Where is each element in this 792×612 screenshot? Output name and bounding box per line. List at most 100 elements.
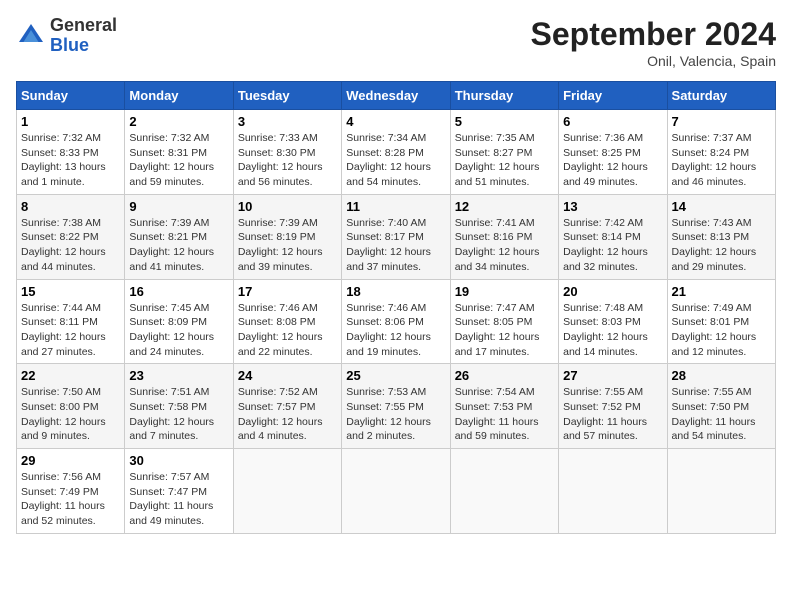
calendar-cell bbox=[342, 449, 450, 534]
page-title: September 2024 bbox=[531, 16, 776, 53]
cell-day-number: 28 bbox=[672, 368, 771, 383]
cell-info: Sunrise: 7:55 AM Sunset: 7:52 PM Dayligh… bbox=[563, 385, 662, 444]
calendar-cell: 3 Sunrise: 7:33 AM Sunset: 8:30 PM Daylig… bbox=[233, 110, 341, 195]
calendar-cell: 9 Sunrise: 7:39 AM Sunset: 8:21 PM Daylig… bbox=[125, 194, 233, 279]
cell-info: Sunrise: 7:33 AM Sunset: 8:30 PM Dayligh… bbox=[238, 131, 337, 190]
cell-day-number: 24 bbox=[238, 368, 337, 383]
cell-info: Sunrise: 7:44 AM Sunset: 8:11 PM Dayligh… bbox=[21, 301, 120, 360]
cell-day-number: 15 bbox=[21, 284, 120, 299]
cell-day-number: 6 bbox=[563, 114, 662, 129]
cell-info: Sunrise: 7:32 AM Sunset: 8:31 PM Dayligh… bbox=[129, 131, 228, 190]
calendar-cell: 19 Sunrise: 7:47 AM Sunset: 8:05 PM Dayli… bbox=[450, 279, 558, 364]
cell-info: Sunrise: 7:38 AM Sunset: 8:22 PM Dayligh… bbox=[21, 216, 120, 275]
cell-info: Sunrise: 7:32 AM Sunset: 8:33 PM Dayligh… bbox=[21, 131, 120, 190]
calendar-cell: 13 Sunrise: 7:42 AM Sunset: 8:14 PM Dayli… bbox=[559, 194, 667, 279]
calendar-cell: 17 Sunrise: 7:46 AM Sunset: 8:08 PM Dayli… bbox=[233, 279, 341, 364]
cell-info: Sunrise: 7:46 AM Sunset: 8:06 PM Dayligh… bbox=[346, 301, 445, 360]
cell-info: Sunrise: 7:43 AM Sunset: 8:13 PM Dayligh… bbox=[672, 216, 771, 275]
calendar-cell: 22 Sunrise: 7:50 AM Sunset: 8:00 PM Dayli… bbox=[17, 364, 125, 449]
calendar-cell: 20Sunrise: 7:48 AM Sunset: 8:03 PM Dayli… bbox=[559, 279, 667, 364]
cell-info: Sunrise: 7:47 AM Sunset: 8:05 PM Dayligh… bbox=[455, 301, 554, 360]
cell-day-number: 30 bbox=[129, 453, 228, 468]
header-saturday: Saturday bbox=[667, 82, 775, 110]
calendar-cell: 15 Sunrise: 7:44 AM Sunset: 8:11 PM Dayli… bbox=[17, 279, 125, 364]
cell-info: Sunrise: 7:51 AM Sunset: 7:58 PM Dayligh… bbox=[129, 385, 228, 444]
cell-info: Sunrise: 7:40 AM Sunset: 8:17 PM Dayligh… bbox=[346, 216, 445, 275]
cell-day-number: 17 bbox=[238, 284, 337, 299]
calendar-cell bbox=[450, 449, 558, 534]
calendar-cell: 30 Sunrise: 7:57 AM Sunset: 7:47 PM Dayli… bbox=[125, 449, 233, 534]
calendar-cell: 18Sunrise: 7:46 AM Sunset: 8:06 PM Dayli… bbox=[342, 279, 450, 364]
calendar-cell: 1 Sunrise: 7:32 AM Sunset: 8:33 PM Daylig… bbox=[17, 110, 125, 195]
logo-blue: Blue bbox=[50, 35, 89, 55]
cell-day-number: 26 bbox=[455, 368, 554, 383]
cell-day-number: 27 bbox=[563, 368, 662, 383]
week-row-1: 1 Sunrise: 7:32 AM Sunset: 8:33 PM Daylig… bbox=[17, 110, 776, 195]
header-friday: Friday bbox=[559, 82, 667, 110]
cell-day-number: 9 bbox=[129, 199, 228, 214]
header-row: SundayMondayTuesdayWednesdayThursdayFrid… bbox=[17, 82, 776, 110]
header-tuesday: Tuesday bbox=[233, 82, 341, 110]
cell-day-number: 5 bbox=[455, 114, 554, 129]
calendar-cell: 21 Sunrise: 7:49 AM Sunset: 8:01 PM Dayli… bbox=[667, 279, 775, 364]
cell-info: Sunrise: 7:39 AM Sunset: 8:21 PM Dayligh… bbox=[129, 216, 228, 275]
calendar-cell bbox=[559, 449, 667, 534]
cell-day-number: 7 bbox=[672, 114, 771, 129]
calendar-body: 1 Sunrise: 7:32 AM Sunset: 8:33 PM Daylig… bbox=[17, 110, 776, 534]
calendar-cell: 29Sunrise: 7:56 AM Sunset: 7:49 PM Dayli… bbox=[17, 449, 125, 534]
cell-day-number: 19 bbox=[455, 284, 554, 299]
cell-day-number: 20 bbox=[563, 284, 662, 299]
week-row-3: 15 Sunrise: 7:44 AM Sunset: 8:11 PM Dayli… bbox=[17, 279, 776, 364]
cell-day-number: 2 bbox=[129, 114, 228, 129]
cell-day-number: 16 bbox=[129, 284, 228, 299]
cell-info: Sunrise: 7:36 AM Sunset: 8:25 PM Dayligh… bbox=[563, 131, 662, 190]
cell-day-number: 3 bbox=[238, 114, 337, 129]
cell-info: Sunrise: 7:46 AM Sunset: 8:08 PM Dayligh… bbox=[238, 301, 337, 360]
calendar-cell: 5 Sunrise: 7:35 AM Sunset: 8:27 PM Daylig… bbox=[450, 110, 558, 195]
cell-day-number: 13 bbox=[563, 199, 662, 214]
title-block: September 2024 Onil, Valencia, Spain bbox=[531, 16, 776, 69]
calendar-cell: 25 Sunrise: 7:53 AM Sunset: 7:55 PM Dayli… bbox=[342, 364, 450, 449]
calendar-cell: 7Sunrise: 7:37 AM Sunset: 8:24 PM Daylig… bbox=[667, 110, 775, 195]
calendar-cell: 14 Sunrise: 7:43 AM Sunset: 8:13 PM Dayli… bbox=[667, 194, 775, 279]
calendar-cell: 10Sunrise: 7:39 AM Sunset: 8:19 PM Dayli… bbox=[233, 194, 341, 279]
calendar-cell: 2 Sunrise: 7:32 AM Sunset: 8:31 PM Daylig… bbox=[125, 110, 233, 195]
cell-info: Sunrise: 7:45 AM Sunset: 8:09 PM Dayligh… bbox=[129, 301, 228, 360]
cell-info: Sunrise: 7:52 AM Sunset: 7:57 PM Dayligh… bbox=[238, 385, 337, 444]
calendar-cell: 12 Sunrise: 7:41 AM Sunset: 8:16 PM Dayli… bbox=[450, 194, 558, 279]
cell-day-number: 22 bbox=[21, 368, 120, 383]
cell-day-number: 11 bbox=[346, 199, 445, 214]
calendar-cell: 8 Sunrise: 7:38 AM Sunset: 8:22 PM Daylig… bbox=[17, 194, 125, 279]
cell-day-number: 12 bbox=[455, 199, 554, 214]
cell-day-number: 10 bbox=[238, 199, 337, 214]
cell-day-number: 4 bbox=[346, 114, 445, 129]
cell-info: Sunrise: 7:35 AM Sunset: 8:27 PM Dayligh… bbox=[455, 131, 554, 190]
calendar-cell: 28 Sunrise: 7:55 AM Sunset: 7:50 PM Dayli… bbox=[667, 364, 775, 449]
calendar-cell bbox=[667, 449, 775, 534]
cell-info: Sunrise: 7:53 AM Sunset: 7:55 PM Dayligh… bbox=[346, 385, 445, 444]
cell-info: Sunrise: 7:54 AM Sunset: 7:53 PM Dayligh… bbox=[455, 385, 554, 444]
cell-day-number: 21 bbox=[672, 284, 771, 299]
calendar-cell: 23Sunrise: 7:51 AM Sunset: 7:58 PM Dayli… bbox=[125, 364, 233, 449]
cell-info: Sunrise: 7:42 AM Sunset: 8:14 PM Dayligh… bbox=[563, 216, 662, 275]
header-monday: Monday bbox=[125, 82, 233, 110]
cell-day-number: 8 bbox=[21, 199, 120, 214]
cell-info: Sunrise: 7:50 AM Sunset: 8:00 PM Dayligh… bbox=[21, 385, 120, 444]
calendar-cell bbox=[233, 449, 341, 534]
calendar-cell: 26 Sunrise: 7:54 AM Sunset: 7:53 PM Dayli… bbox=[450, 364, 558, 449]
calendar-cell: 11 Sunrise: 7:40 AM Sunset: 8:17 PM Dayli… bbox=[342, 194, 450, 279]
cell-info: Sunrise: 7:49 AM Sunset: 8:01 PM Dayligh… bbox=[672, 301, 771, 360]
cell-info: Sunrise: 7:41 AM Sunset: 8:16 PM Dayligh… bbox=[455, 216, 554, 275]
header-sunday: Sunday bbox=[17, 82, 125, 110]
cell-info: Sunrise: 7:56 AM Sunset: 7:49 PM Dayligh… bbox=[21, 470, 120, 529]
calendar-cell: 6 Sunrise: 7:36 AM Sunset: 8:25 PM Daylig… bbox=[559, 110, 667, 195]
week-row-5: 29Sunrise: 7:56 AM Sunset: 7:49 PM Dayli… bbox=[17, 449, 776, 534]
cell-day-number: 1 bbox=[21, 114, 120, 129]
cell-info: Sunrise: 7:34 AM Sunset: 8:28 PM Dayligh… bbox=[346, 131, 445, 190]
logo-text: General Blue bbox=[50, 16, 117, 56]
cell-day-number: 25 bbox=[346, 368, 445, 383]
calendar-header: SundayMondayTuesdayWednesdayThursdayFrid… bbox=[17, 82, 776, 110]
cell-info: Sunrise: 7:57 AM Sunset: 7:47 PM Dayligh… bbox=[129, 470, 228, 529]
cell-day-number: 14 bbox=[672, 199, 771, 214]
cell-info: Sunrise: 7:55 AM Sunset: 7:50 PM Dayligh… bbox=[672, 385, 771, 444]
